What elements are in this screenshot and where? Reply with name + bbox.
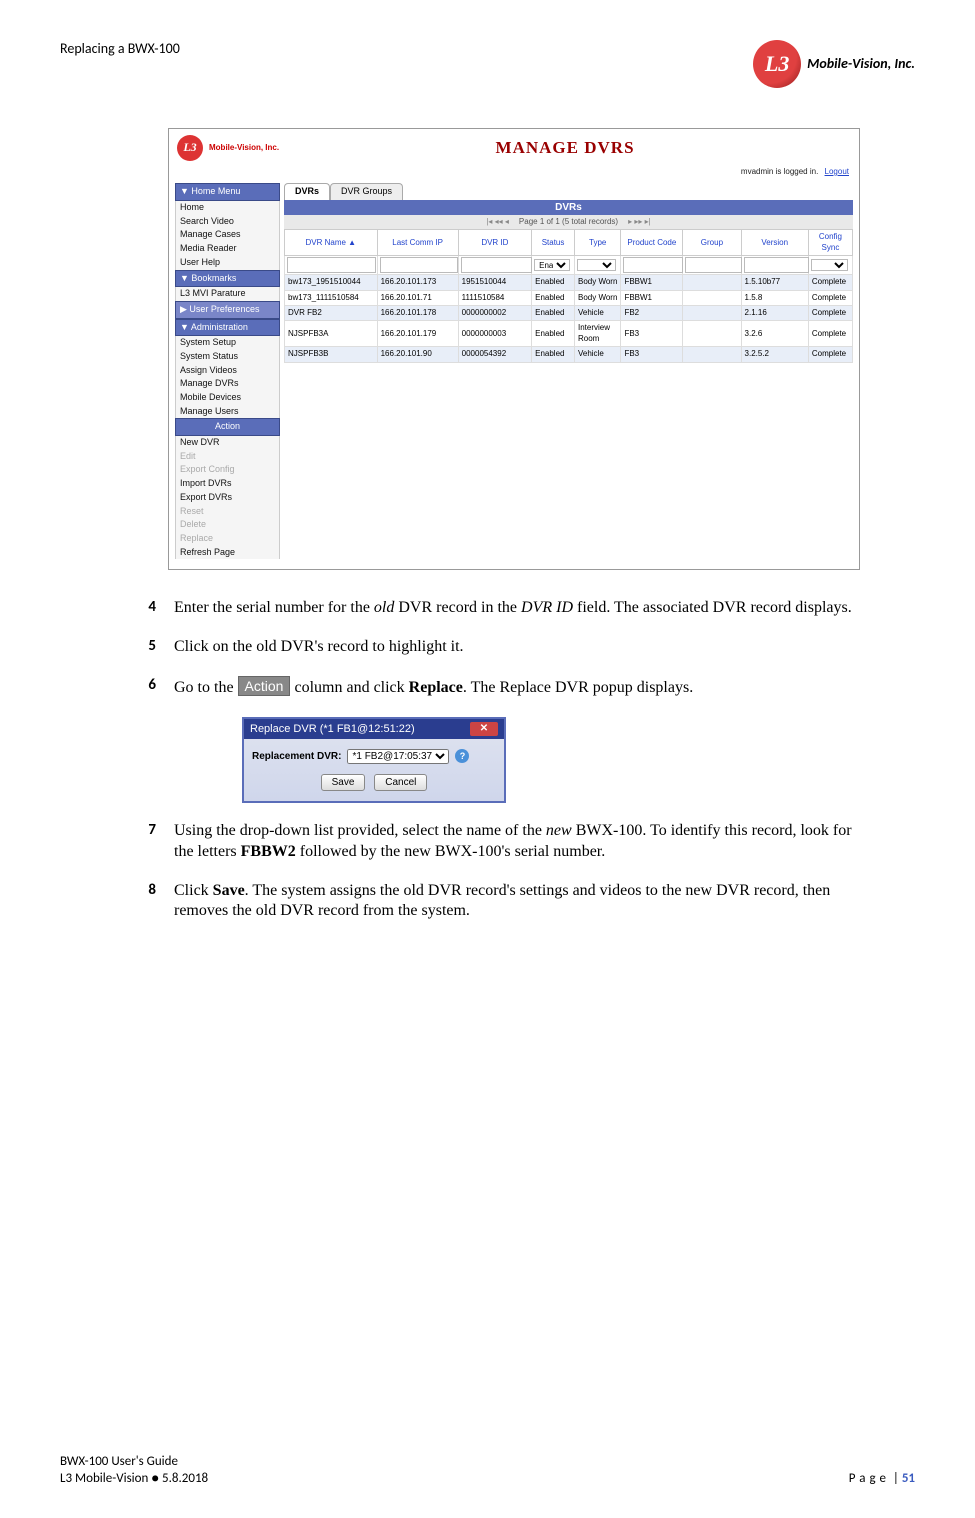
logo-text: Mobile-Vision, Inc. xyxy=(807,55,915,73)
table-row[interactable]: NJSPFB3A166.20.101.1790000000003EnabledI… xyxy=(285,321,853,347)
pager-text: Page 1 of 1 (5 total records) xyxy=(519,217,618,227)
sidebar-item[interactable]: Manage Users xyxy=(175,405,280,419)
table-row[interactable]: bw173_1111510584166.20.101.711111510584E… xyxy=(285,290,853,305)
logo-icon: L3 xyxy=(753,40,801,88)
step-number: 6 xyxy=(142,676,156,699)
action-item[interactable]: Refresh Page xyxy=(175,546,280,560)
sidebar-item[interactable]: Mobile Devices xyxy=(175,391,280,405)
filter-group[interactable] xyxy=(685,257,742,273)
filter-product[interactable] xyxy=(623,257,683,273)
filter-status[interactable]: Enabled xyxy=(534,259,570,271)
step-number: 8 xyxy=(142,881,156,923)
col-header[interactable]: DVR ID xyxy=(458,230,531,256)
dvr-table: DVR Name ▲ Last Comm IP DVR ID Status Ty… xyxy=(284,229,853,362)
step-text: Click on the old DVR's record to highlig… xyxy=(174,637,875,658)
sidebar-home-menu[interactable]: ▼ Home Menu xyxy=(175,183,280,201)
footer-right: Page | 51 xyxy=(849,1471,915,1488)
action-item[interactable]: Import DVRs xyxy=(175,477,280,491)
action-item[interactable]: New DVR xyxy=(175,436,280,450)
step-number: 4 xyxy=(142,598,156,619)
step-number: 7 xyxy=(142,821,156,863)
col-header[interactable]: Last Comm IP xyxy=(377,230,458,256)
save-button[interactable]: Save xyxy=(321,774,366,791)
tab-dvr-groups[interactable]: DVR Groups xyxy=(330,183,403,200)
step-text: Go to the Action column and click Replac… xyxy=(174,676,875,699)
pager-first-icon[interactable]: |◂ ◂◂ ◂ xyxy=(486,217,509,227)
table-row[interactable]: DVR FB2166.20.101.1780000000002EnabledVe… xyxy=(285,306,853,321)
help-icon[interactable]: ? xyxy=(455,749,469,763)
action-item: Delete xyxy=(175,518,280,532)
filter-dvr-id[interactable] xyxy=(461,257,532,273)
sidebar: ▼ Home Menu Home Search Video Manage Cas… xyxy=(175,183,280,559)
sidebar-item[interactable]: Manage DVRs xyxy=(175,377,280,391)
brand-logo: L3 Mobile-Vision, Inc. xyxy=(753,40,915,88)
logout-link[interactable]: Logout xyxy=(825,167,849,176)
action-item: Export Config xyxy=(175,463,280,477)
chapter-title: Replacing a BWX-100 xyxy=(60,40,180,58)
col-header[interactable]: Type xyxy=(574,230,620,256)
col-header[interactable]: DVR Name ▲ xyxy=(285,230,378,256)
action-item: Replace xyxy=(175,532,280,546)
pager: |◂ ◂◂ ◂ Page 1 of 1 (5 total records) ▸ … xyxy=(284,215,853,229)
filter-ip[interactable] xyxy=(380,257,458,273)
footer-left: BWX-100 User's Guide L3 Mobile-Vision ● … xyxy=(60,1454,208,1488)
sidebar-item[interactable]: Assign Videos xyxy=(175,364,280,378)
app-brand: Mobile-Vision, Inc. xyxy=(209,143,279,153)
action-item: Reset xyxy=(175,505,280,519)
sidebar-item[interactable]: Manage Cases xyxy=(175,228,280,242)
step-text: Click Save. The system assigns the old D… xyxy=(174,881,875,923)
sidebar-admin[interactable]: ▼ Administration xyxy=(175,319,280,337)
filter-version[interactable] xyxy=(744,257,809,273)
sidebar-item[interactable]: User Help xyxy=(175,256,280,270)
replacement-dvr-select[interactable]: *1 FB2@17:05:37 xyxy=(347,749,449,764)
sidebar-item[interactable]: Media Reader xyxy=(175,242,280,256)
table-row[interactable]: NJSPFB3B166.20.101.900000054392EnabledVe… xyxy=(285,347,853,362)
popup-label: Replacement DVR: xyxy=(252,750,341,763)
sidebar-item[interactable]: System Status xyxy=(175,350,280,364)
page-title: MANAGE DVRS xyxy=(279,137,851,159)
replace-dvr-popup: Replace DVR (*1 FB1@12:51:22) ✕ Replacem… xyxy=(242,717,506,803)
action-item[interactable]: Export DVRs xyxy=(175,491,280,505)
filter-config[interactable] xyxy=(811,259,848,271)
col-header[interactable]: Config Sync xyxy=(808,230,852,256)
sidebar-user-prefs[interactable]: ▶ User Preferences xyxy=(175,301,280,319)
sidebar-item[interactable]: Search Video xyxy=(175,215,280,229)
step-text: Using the drop-down list provided, selec… xyxy=(174,821,875,863)
filter-type[interactable] xyxy=(577,259,616,271)
action-item: Edit xyxy=(175,450,280,464)
manage-dvrs-screenshot: L3 Mobile-Vision, Inc. MANAGE DVRS mvadm… xyxy=(168,128,860,570)
sidebar-item[interactable]: L3 MVI Parature xyxy=(175,287,280,301)
cancel-button[interactable]: Cancel xyxy=(374,774,427,791)
col-header[interactable]: Product Code xyxy=(621,230,683,256)
sidebar-action-header: Action xyxy=(175,418,280,436)
login-status: mvadmin is logged in. xyxy=(741,167,818,176)
grid-title: DVRs xyxy=(284,200,853,215)
action-chip: Action xyxy=(238,676,291,696)
col-header[interactable]: Version xyxy=(741,230,808,256)
sidebar-bookmarks[interactable]: ▼ Bookmarks xyxy=(175,270,280,288)
table-row[interactable]: bw173_1951510044166.20.101.1731951510044… xyxy=(285,275,853,290)
col-header[interactable]: Status xyxy=(532,230,575,256)
step-text: Enter the serial number for the old DVR … xyxy=(174,598,875,619)
close-icon[interactable]: ✕ xyxy=(470,722,498,736)
filter-dvr-name[interactable] xyxy=(287,257,376,273)
popup-title: Replace DVR (*1 FB1@12:51:22) xyxy=(250,722,415,736)
app-logo-icon: L3 xyxy=(177,135,203,161)
sidebar-item[interactable]: System Setup xyxy=(175,336,280,350)
step-number: 5 xyxy=(142,637,156,658)
pager-last-icon[interactable]: ▸ ▸▸ ▸| xyxy=(628,217,651,227)
col-header[interactable]: Group xyxy=(683,230,741,256)
sidebar-item[interactable]: Home xyxy=(175,201,280,215)
tab-dvrs[interactable]: DVRs xyxy=(284,183,330,200)
